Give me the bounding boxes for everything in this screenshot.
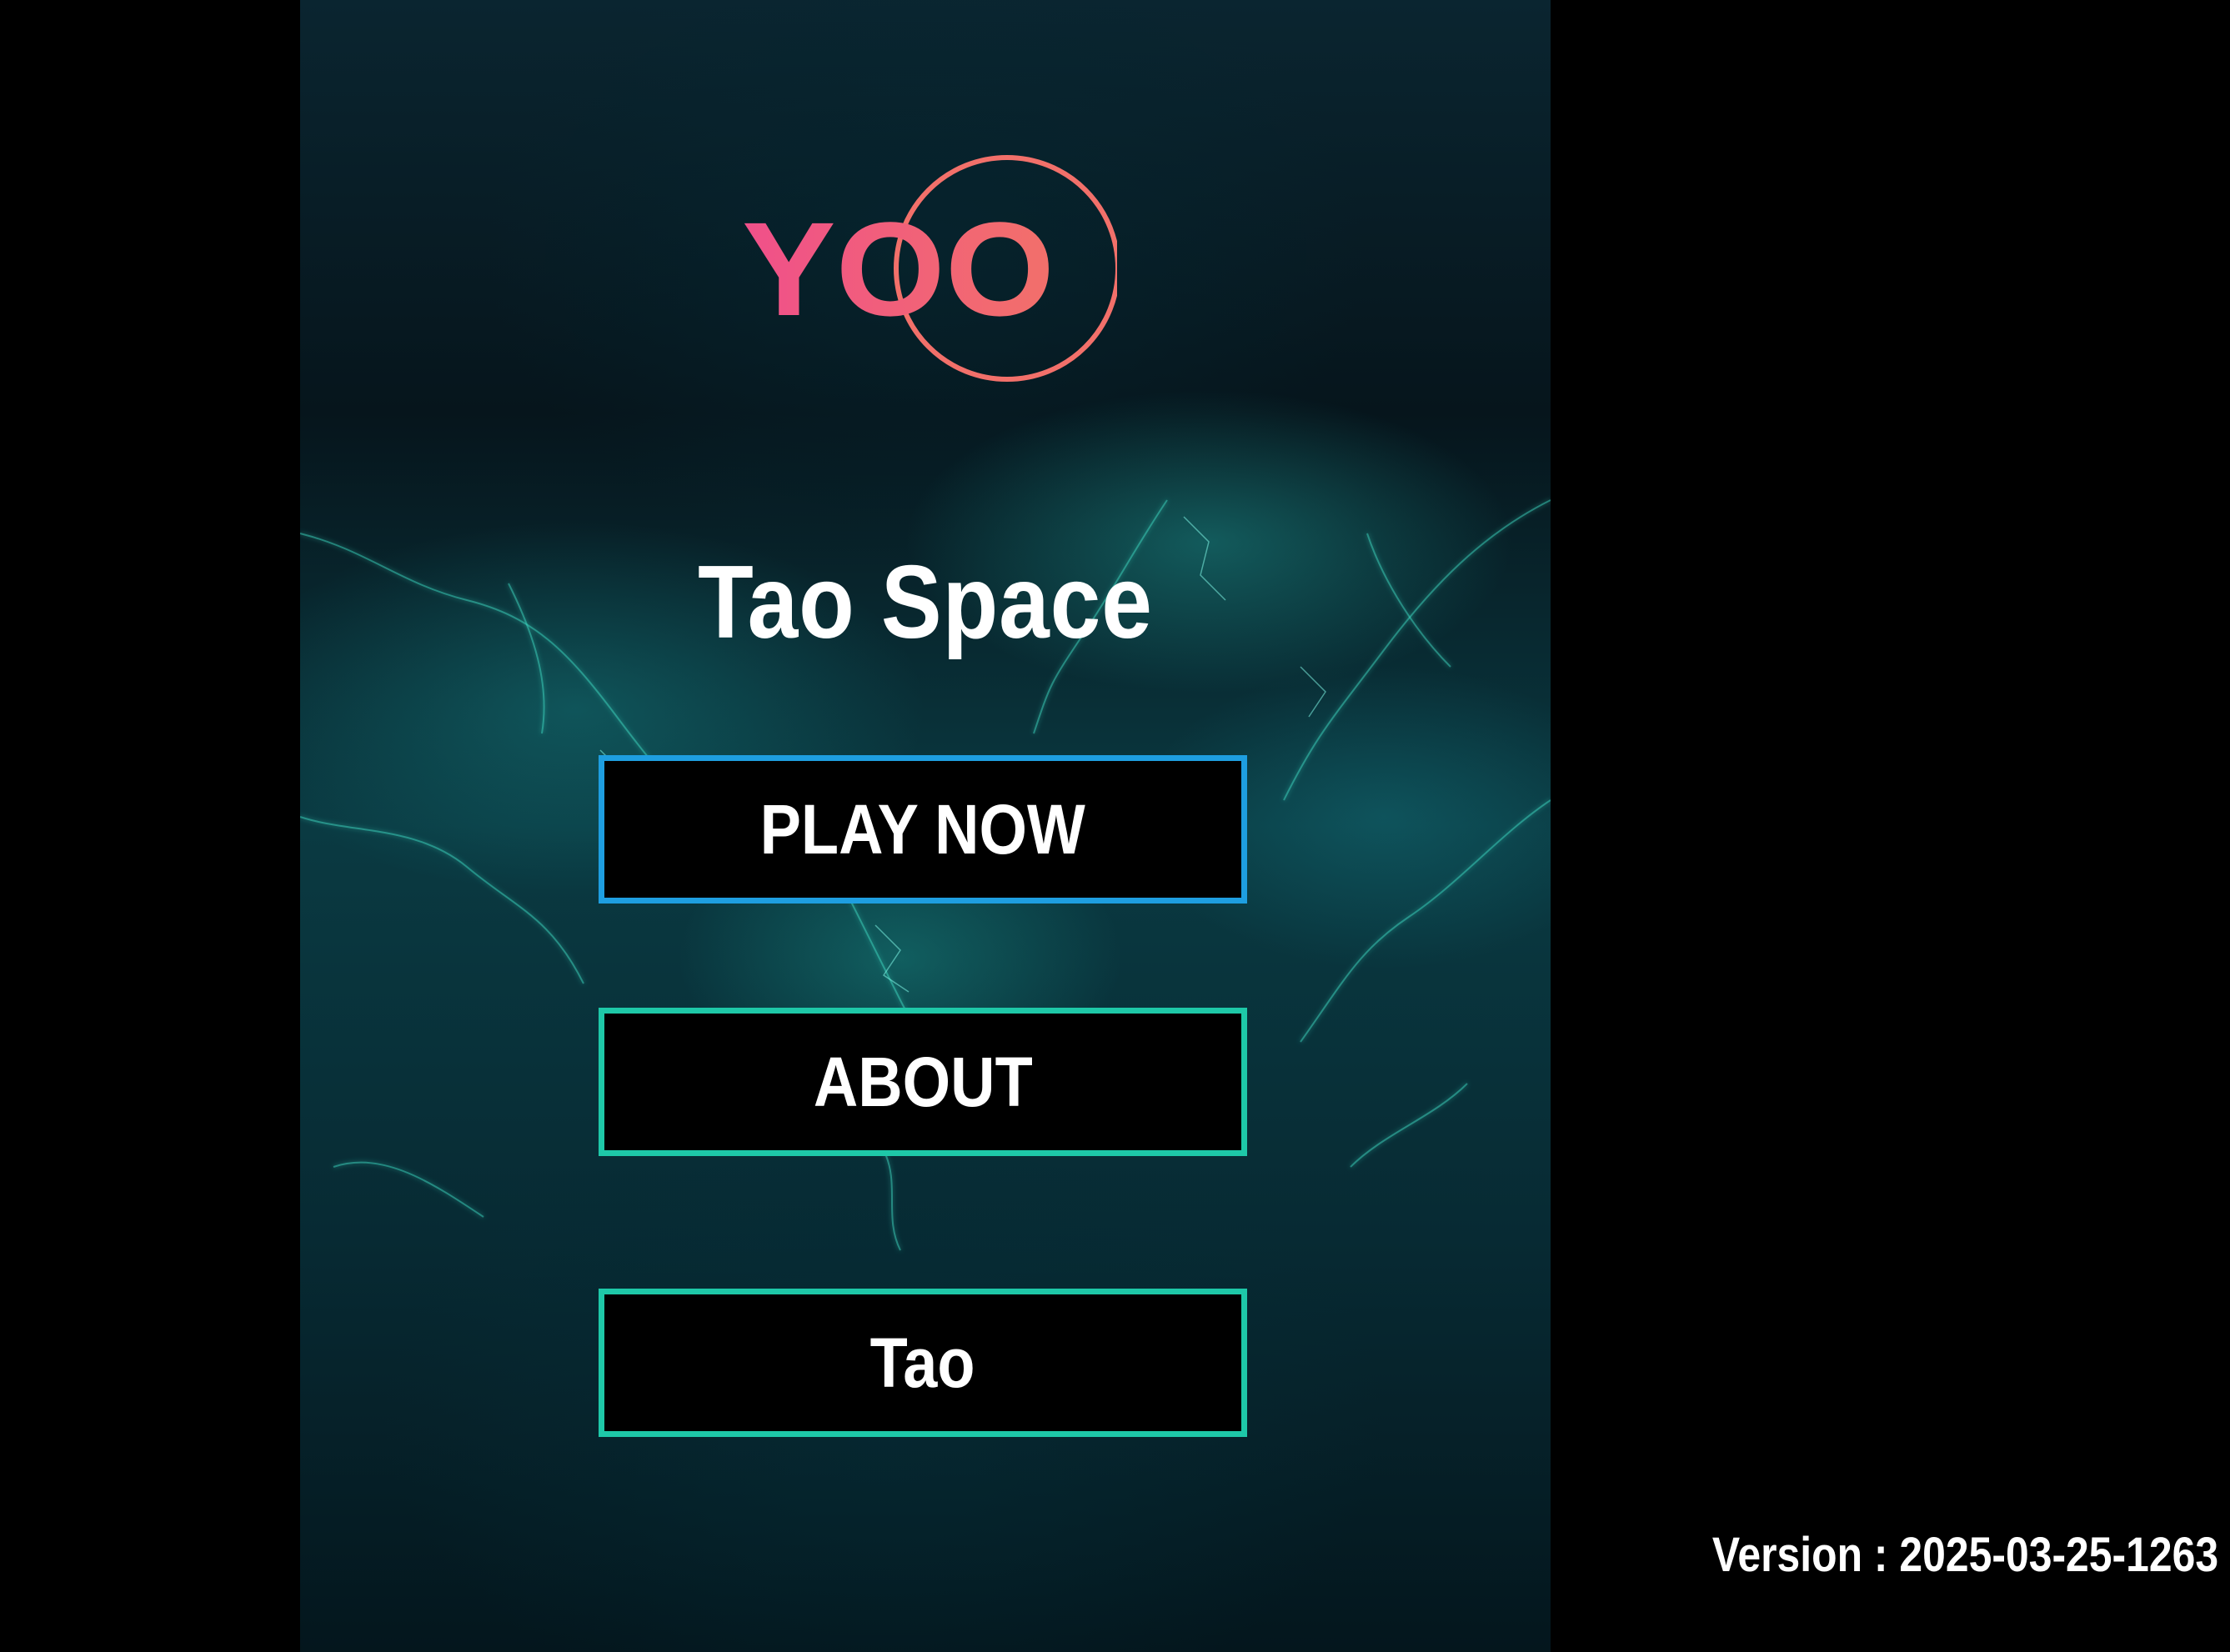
game-title: Tao Space bbox=[698, 545, 1153, 660]
yoo-logo: YOO bbox=[742, 155, 1117, 382]
tao-label: Tao bbox=[870, 1323, 975, 1402]
logo-text: YOO bbox=[742, 194, 1055, 343]
play-now-button[interactable]: PLAY NOW bbox=[599, 755, 1247, 904]
about-label: ABOUT bbox=[813, 1042, 1033, 1121]
about-button[interactable]: ABOUT bbox=[599, 1008, 1247, 1156]
game-panel: YOO Tao Space PLAY NOW ABOUT Tao bbox=[300, 0, 1551, 1652]
play-now-label: PLAY NOW bbox=[759, 789, 1086, 869]
version-label: Version : 2025-03-25-1263 bbox=[1711, 1528, 2218, 1582]
tao-button[interactable]: Tao bbox=[599, 1289, 1247, 1437]
screen: YOO Tao Space PLAY NOW ABOUT Tao Version… bbox=[0, 0, 2230, 1652]
